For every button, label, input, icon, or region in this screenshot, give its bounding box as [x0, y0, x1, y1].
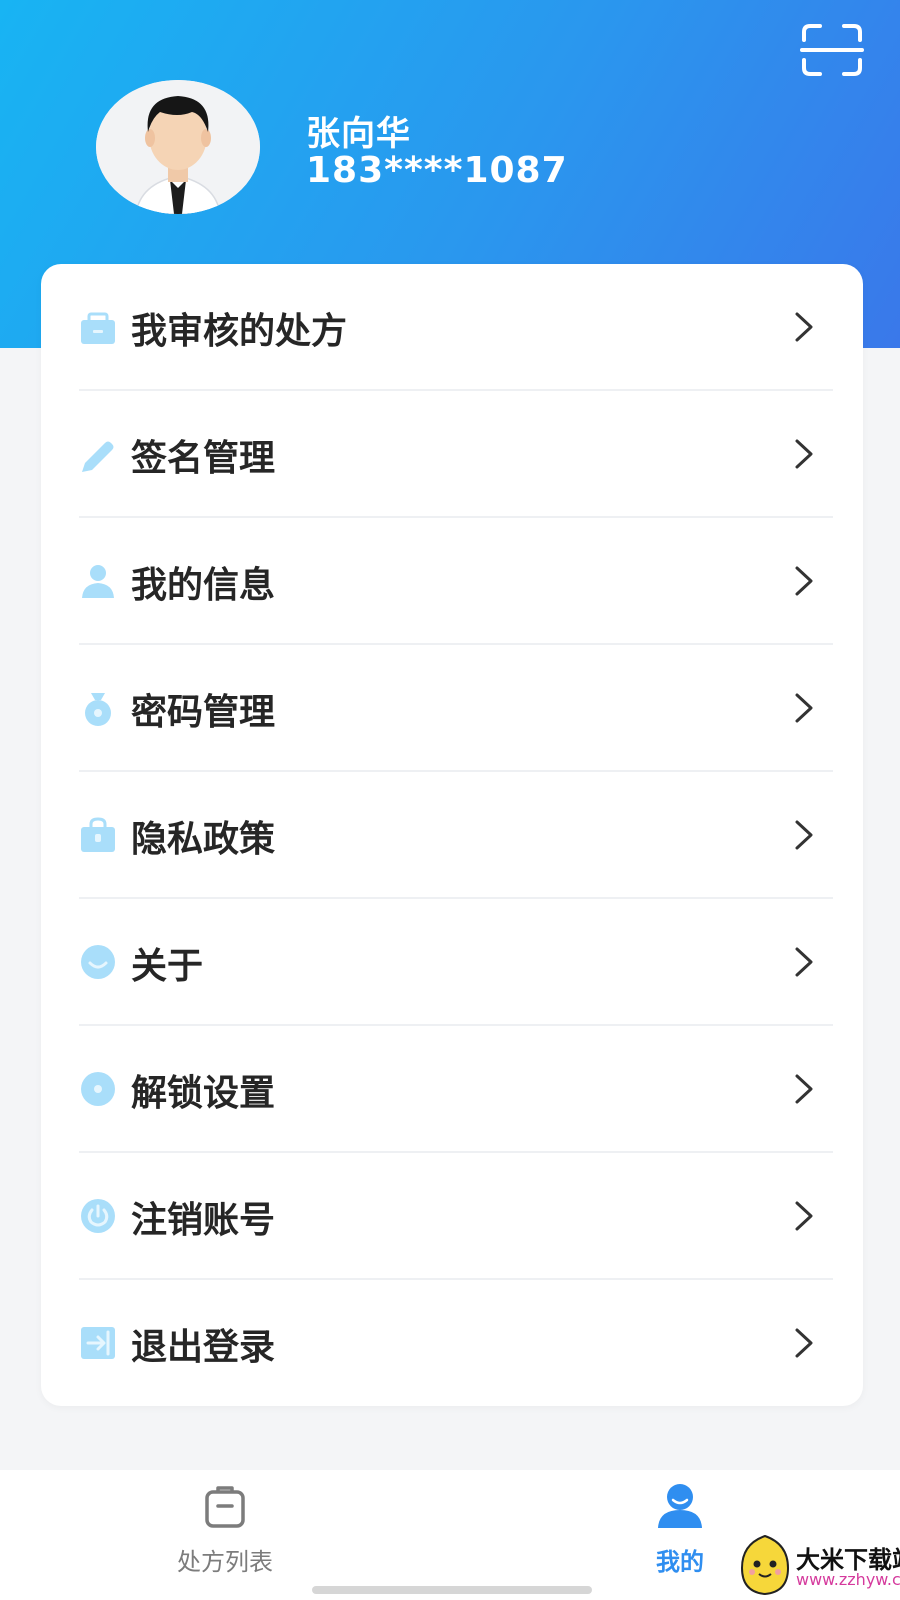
mascot-logo-icon: [740, 1534, 790, 1596]
home-indicator: [312, 1586, 592, 1594]
menu-item-label: 退出登录: [131, 1327, 276, 1368]
bag-icon: [81, 817, 115, 852]
menu-item-label: 我审核的处方: [131, 311, 348, 352]
chevron-right-icon: [795, 820, 813, 850]
tab-label: 处方列表: [177, 1548, 273, 1576]
menu-item-reviewed-prescriptions[interactable]: 我审核的处方: [41, 264, 863, 391]
scan-icon: [800, 24, 864, 76]
menu-item-my-info[interactable]: 我的信息: [41, 518, 863, 645]
menu-item-signature-management[interactable]: 签名管理: [41, 391, 863, 518]
user-face-icon: [658, 1484, 702, 1528]
unlock-circle-icon: [81, 1072, 115, 1106]
user-phone: 183****1087: [306, 150, 568, 191]
chevron-right-icon: [795, 1328, 813, 1358]
exit-icon: [81, 1327, 115, 1359]
chevron-right-icon: [795, 439, 813, 469]
menu-item-label: 密码管理: [131, 692, 276, 733]
menu-item-label: 解锁设置: [131, 1073, 276, 1114]
menu-item-password-management[interactable]: 密码管理: [41, 645, 863, 772]
briefcase-icon: [81, 312, 115, 344]
menu-item-label: 注销账号: [131, 1200, 276, 1241]
pencil-icon: [82, 441, 114, 472]
menu-item-label: 我的信息: [131, 565, 276, 606]
tab-label: 我的: [656, 1548, 704, 1576]
person-icon: [82, 565, 114, 598]
menu-item-label: 签名管理: [131, 438, 276, 479]
chevron-right-icon: [795, 312, 813, 342]
chevron-right-icon: [795, 566, 813, 596]
user-avatar[interactable]: [96, 80, 260, 214]
menu-item-privacy-policy[interactable]: 隐私政策: [41, 772, 863, 899]
menu-item-logout[interactable]: 退出登录: [41, 1280, 863, 1407]
watermark-url: www.zzhyw.com: [796, 1570, 900, 1589]
menu-item-unlock-settings[interactable]: 解锁设置: [41, 1026, 863, 1153]
watermark: 大米下载站 www.zzhyw.com: [738, 1532, 900, 1600]
menu-item-label: 隐私政策: [131, 819, 276, 860]
chevron-right-icon: [795, 947, 813, 977]
menu-item-deactivate-account[interactable]: 注销账号: [41, 1153, 863, 1280]
user-name: 张向华: [306, 114, 411, 154]
doctor-avatar-icon: [96, 80, 260, 214]
tab-mine[interactable]: 我的: [620, 1470, 740, 1580]
power-icon: [81, 1199, 115, 1233]
menu-item-about[interactable]: 关于: [41, 899, 863, 1026]
chevron-right-icon: [795, 1201, 813, 1231]
menu-item-label: 关于: [131, 946, 204, 987]
tab-prescription-list[interactable]: 处方列表: [150, 1470, 300, 1580]
chevron-right-icon: [795, 693, 813, 723]
chevron-right-icon: [795, 1074, 813, 1104]
money-bag-icon: [85, 693, 111, 726]
scan-button[interactable]: [800, 22, 864, 78]
clipboard-icon: [205, 1486, 245, 1528]
smile-icon: [81, 945, 115, 979]
menu-card: 我审核的处方 签名管理 我的信息 密码管理 隐私政策 关于 解锁设置 注销账号 …: [41, 264, 863, 1406]
